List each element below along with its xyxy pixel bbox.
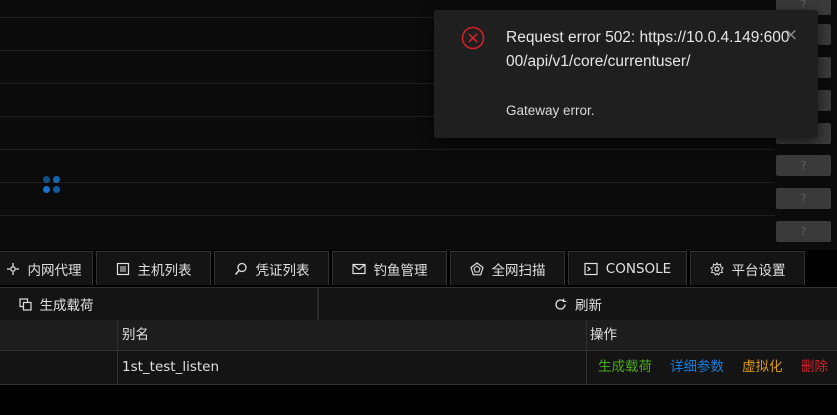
refresh-icon — [554, 298, 567, 311]
close-icon[interactable]: × — [783, 27, 799, 44]
tab-host-list[interactable]: 主机列表 — [96, 251, 211, 285]
tab-label: 主机列表 — [137, 262, 192, 279]
pentagon-icon — [469, 261, 484, 276]
mail-icon — [351, 262, 366, 276]
table-row: 1st_test_listen 生成载荷 详细参数 虚拟化 删除 — [0, 351, 837, 385]
notification-message: Request error 502: https://10.0.4.149:60… — [506, 29, 790, 70]
close-circle-icon — [461, 26, 485, 50]
generate-payload-link[interactable]: 生成载荷 — [598, 351, 652, 384]
terminal-icon — [584, 262, 598, 276]
delete-link[interactable]: 删除 — [801, 351, 828, 384]
generate-payload-label: 生成载荷 — [39, 298, 94, 314]
tab-platform-settings[interactable]: 平台设置 — [690, 251, 805, 285]
tab-label: CONSOLE — [605, 260, 672, 277]
table-header: 别名 操作 — [0, 320, 837, 351]
tab-label: 钓鱼管理 — [373, 262, 428, 279]
tab-network-scan[interactable]: 全网扫描 — [450, 251, 565, 285]
generate-payload-button[interactable]: 生成载荷 — [0, 288, 112, 320]
column-divider — [586, 320, 587, 350]
error-notification: Request error 502: https://10.0.4.149:60… — [434, 10, 818, 138]
column-header-alias: 别名 — [122, 327, 149, 343]
column-divider — [117, 351, 118, 384]
column-header-operation: 操作 — [590, 327, 617, 343]
row-divider — [0, 149, 775, 150]
tab-bar: 内网代理 主机列表 凭证列表 钓鱼管理 全网扫描 CONSOLE 平台设置 — [0, 250, 837, 286]
virtualize-link[interactable]: 虚拟化 — [742, 351, 783, 384]
help-button[interactable]: ? — [776, 188, 831, 209]
help-button[interactable]: ? — [776, 221, 831, 242]
refresh-button[interactable]: 刷新 — [319, 288, 837, 320]
search-icon — [234, 262, 248, 276]
tab-label: 平台设置 — [731, 262, 786, 279]
proxy-icon — [6, 262, 20, 276]
tab-credential-list[interactable]: 凭证列表 — [214, 251, 329, 285]
tab-phishing[interactable]: 钓鱼管理 — [332, 251, 447, 285]
gear-icon — [709, 261, 724, 276]
help-button[interactable]: ? — [776, 155, 831, 176]
tab-console[interactable]: CONSOLE — [568, 251, 687, 285]
column-divider — [586, 351, 587, 384]
tab-intranet-proxy[interactable]: 内网代理 — [0, 251, 93, 285]
action-bar: 生成载荷 刷新 — [0, 287, 837, 321]
tab-label: 凭证列表 — [255, 262, 310, 279]
alias-cell: 1st_test_listen — [122, 359, 220, 375]
refresh-label: 刷新 — [575, 298, 602, 314]
notification-description: Gateway error. — [506, 103, 595, 118]
loading-spinner — [43, 176, 63, 196]
tab-label: 全网扫描 — [491, 262, 546, 279]
row-divider — [0, 182, 775, 183]
host-list-icon — [116, 262, 130, 276]
row-divider — [0, 215, 775, 216]
tab-label: 内网代理 — [27, 262, 82, 279]
copy-icon — [18, 297, 32, 311]
column-divider — [117, 320, 118, 350]
details-link[interactable]: 详细参数 — [670, 351, 724, 384]
